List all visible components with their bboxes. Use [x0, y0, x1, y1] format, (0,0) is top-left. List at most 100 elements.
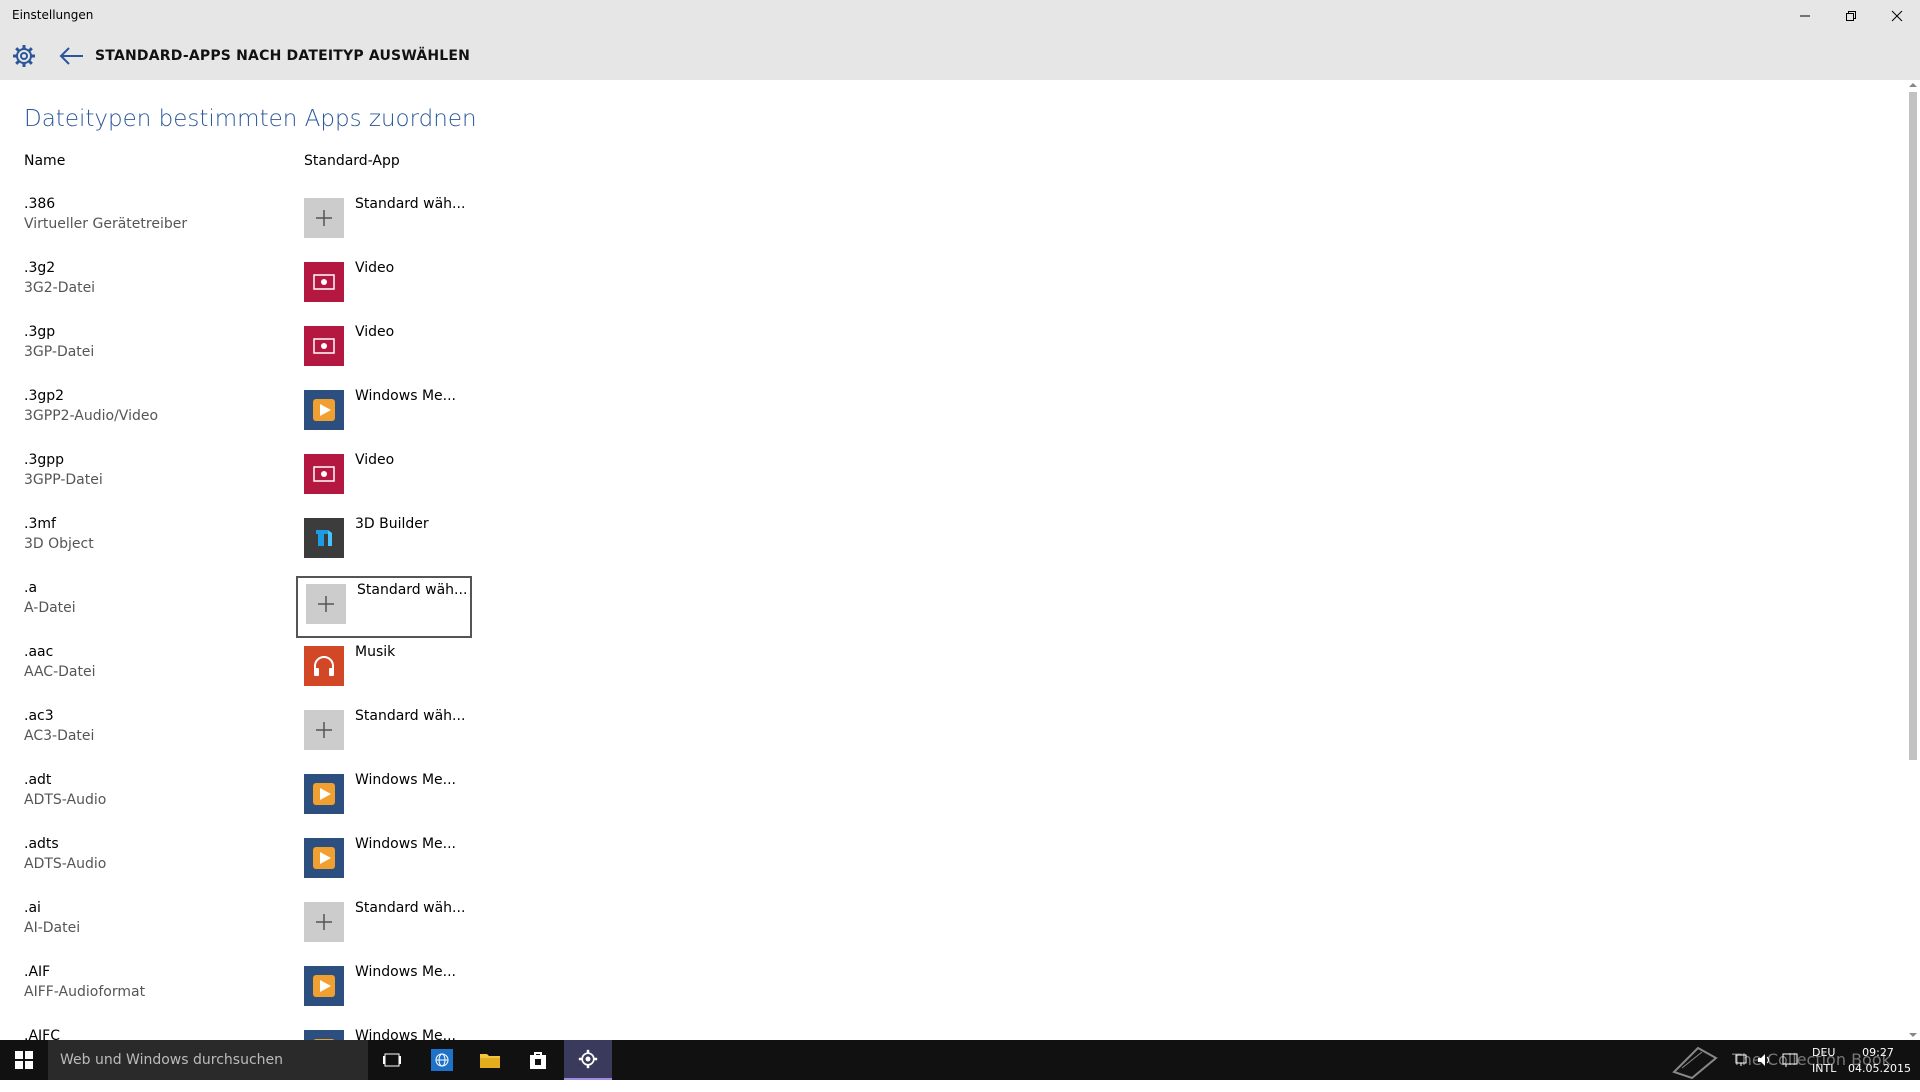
default-app-button[interactable]: Windows Me...: [296, 1024, 472, 1040]
gear-icon[interactable]: [12, 44, 36, 68]
plus-icon: [304, 902, 344, 942]
restore-icon: [1846, 11, 1856, 21]
store-icon: [530, 1052, 546, 1069]
taskbar-search-box[interactable]: Web und Windows durchsuchen: [48, 1040, 368, 1080]
default-app-name: Standard wäh...: [355, 196, 466, 212]
file-type-description: ADTS-Audio: [24, 856, 107, 872]
list-item: .adt ADTS-Audio Windows Me...: [0, 772, 600, 836]
default-app-name: Standard wäh...: [357, 582, 468, 598]
book-logo-icon: [1672, 1046, 1718, 1080]
default-app-name: Windows Me...: [355, 388, 456, 404]
scroll-up-icon[interactable]: [1906, 80, 1920, 90]
window-titlebar: Einstellungen: [0, 0, 1920, 32]
default-app-button[interactable]: Windows Me...: [296, 384, 472, 446]
keyboard-layout: INTL: [1812, 1062, 1837, 1075]
task-view-icon: [383, 1053, 401, 1067]
default-app-button[interactable]: Windows Me...: [296, 832, 472, 894]
start-button[interactable]: [0, 1040, 48, 1080]
file-extension: .386: [24, 196, 56, 212]
video-icon: [304, 326, 344, 366]
3d-builder-icon: [304, 518, 344, 558]
restore-button[interactable]: [1828, 0, 1874, 32]
scrollbar[interactable]: [1906, 80, 1920, 1040]
default-app-name: Standard wäh...: [355, 900, 466, 916]
default-app-name: 3D Builder: [355, 516, 429, 532]
file-extension: .3gp: [24, 324, 56, 340]
main-content: Dateitypen bestimmten Apps zuordnen Name…: [0, 80, 1906, 1040]
back-arrow-icon[interactable]: [58, 44, 86, 68]
page-header-title: STANDARD-APPS NACH DATEITYP AUSWÄHLEN: [95, 48, 471, 64]
minimize-button[interactable]: [1782, 0, 1828, 32]
taskbar: Web und Windows durchsuchen The Collecti…: [0, 1040, 1920, 1080]
default-app-name: Windows Me...: [355, 1028, 456, 1040]
default-app-button[interactable]: Musik: [296, 640, 472, 702]
file-type-description: 3GPP2-Audio/Video: [24, 408, 159, 424]
default-app-button[interactable]: Windows Me...: [296, 768, 472, 830]
taskbar-settings[interactable]: [564, 1040, 612, 1080]
tray-network-icon[interactable]: [1734, 1052, 1750, 1092]
list-item: .a A-Datei Standard wäh...: [0, 576, 600, 644]
folder-icon: [480, 1054, 500, 1068]
file-type-description: 3GPP-Datei: [24, 472, 103, 488]
file-type-description: 3G2-Datei: [24, 280, 96, 296]
list-item: .3gpp 3GPP-Datei Video: [0, 452, 600, 516]
language-indicator[interactable]: DEU INTL: [1812, 1046, 1842, 1086]
default-app-button[interactable]: Video: [296, 448, 472, 510]
file-type-description: 3GP-Datei: [24, 344, 95, 360]
tray-notification-icon[interactable]: [1782, 1052, 1798, 1092]
file-extension: .ai: [24, 900, 41, 916]
page-title: Dateitypen bestimmten Apps zuordnen: [24, 106, 477, 132]
file-extension: .AIF: [24, 964, 51, 980]
default-app-name: Video: [355, 324, 395, 340]
file-type-description: AIFF-Audioformat: [24, 984, 146, 1000]
default-app-button[interactable]: Video: [296, 320, 472, 382]
list-item: .3g2 3G2-Datei Video: [0, 260, 600, 324]
file-extension: .3mf: [24, 516, 56, 532]
plus-icon: [306, 584, 346, 624]
video-icon: [304, 454, 344, 494]
file-extension: .adts: [24, 836, 59, 852]
file-extension: .3g2: [24, 260, 56, 276]
list-item: .3mf 3D Object 3D Builder: [0, 516, 600, 580]
default-app-name: Windows Me...: [355, 964, 456, 980]
close-button[interactable]: [1874, 0, 1920, 32]
file-type-description: ADTS-Audio: [24, 792, 107, 808]
window-title: Einstellungen: [12, 8, 94, 22]
taskbar-store[interactable]: [514, 1040, 562, 1080]
media-player-icon: [304, 1030, 344, 1040]
clock[interactable]: 09:27 04.05.2015: [1848, 1046, 1911, 1086]
default-app-button[interactable]: Windows Me...: [296, 960, 472, 1022]
list-item: .3gp2 3GPP2-Audio/Video Windows Me...: [0, 388, 600, 452]
file-type-description: 3D Object: [24, 536, 94, 552]
default-app-button[interactable]: Standard wäh...: [296, 896, 472, 958]
language-code: DEU: [1812, 1046, 1836, 1059]
file-type-description: A-Datei: [24, 600, 76, 616]
video-icon: [304, 262, 344, 302]
default-app-button[interactable]: 3D Builder: [296, 512, 472, 574]
task-view-button[interactable]: [368, 1040, 416, 1080]
taskbar-browser[interactable]: [418, 1040, 466, 1080]
scroll-down-icon[interactable]: [1906, 1030, 1920, 1040]
taskbar-explorer[interactable]: [466, 1040, 514, 1080]
close-icon: [1891, 10, 1903, 22]
tray-volume-icon[interactable]: [1756, 1052, 1774, 1092]
list-item: .386 Virtueller Gerätetreiber Standard wäh…: [0, 196, 600, 260]
scrollbar-thumb[interactable]: [1909, 92, 1917, 760]
default-app-button[interactable]: Video: [296, 256, 472, 318]
default-app-button[interactable]: Standard wäh...: [296, 576, 472, 638]
default-app-button[interactable]: Standard wäh...: [296, 704, 472, 766]
default-app-name: Video: [355, 260, 395, 276]
list-item: .AIFC Windows Me...: [0, 1028, 600, 1040]
file-type-description: AI-Datei: [24, 920, 81, 936]
settings-header: STANDARD-APPS NACH DATEITYP AUSWÄHLEN: [0, 32, 1920, 80]
list-item: .AIF AIFF-Audioformat Windows Me...: [0, 964, 600, 1028]
list-item: .ai AI-Datei Standard wäh...: [0, 900, 600, 964]
file-extension: .3gp2: [24, 388, 65, 404]
default-app-name: Musik: [355, 644, 396, 660]
default-app-button[interactable]: Standard wäh...: [296, 192, 472, 254]
plus-icon: [304, 710, 344, 750]
file-extension: .adt: [24, 772, 52, 788]
default-app-name: Windows Me...: [355, 772, 456, 788]
list-item: .3gp 3GP-Datei Video: [0, 324, 600, 388]
media-player-icon: [304, 838, 344, 878]
